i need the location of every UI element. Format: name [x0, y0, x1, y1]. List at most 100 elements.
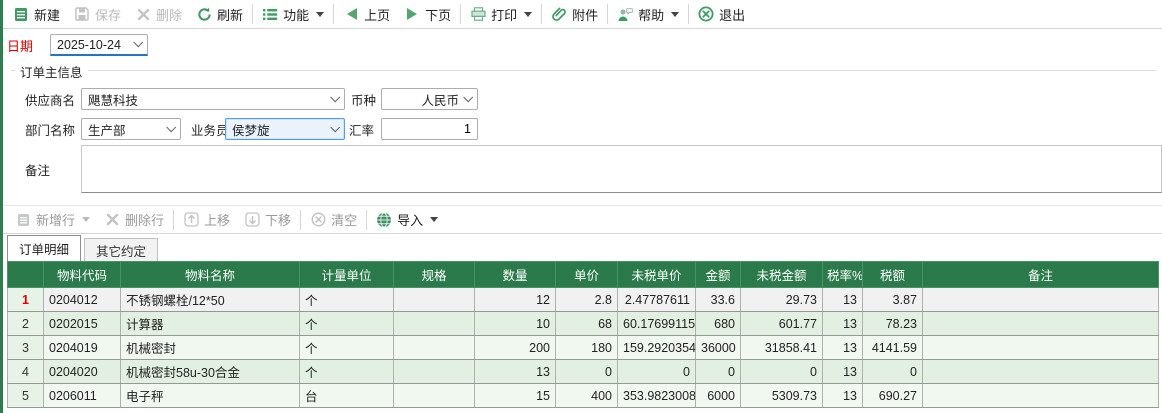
arrow-right-icon — [404, 6, 420, 22]
cell-amount-notax[interactable]: 601.77 — [741, 312, 823, 336]
cell-price-notax[interactable]: 159.2920354 — [618, 336, 696, 360]
row-number[interactable]: 1 — [8, 288, 44, 312]
help-person-icon — [617, 6, 633, 22]
cell-price-notax[interactable]: 60.17699115 — [618, 312, 696, 336]
remark-label: 备注 — [25, 160, 81, 179]
cell-tax-rate[interactable]: 13 — [823, 384, 863, 408]
row-number[interactable]: 3 — [8, 336, 44, 360]
cell-material-name[interactable]: 机械密封 — [121, 336, 300, 360]
cell-amount-notax[interactable]: 29.73 — [741, 288, 823, 312]
cell-unit[interactable]: 个 — [300, 360, 394, 384]
cell-price-notax[interactable]: 2.47787611 — [618, 288, 696, 312]
refresh-button[interactable]: 刷新 — [189, 2, 250, 26]
cell-price[interactable]: 180 — [556, 336, 618, 360]
cell-unit[interactable]: 台 — [300, 384, 394, 408]
exit-button[interactable]: 退出 — [691, 2, 752, 26]
tab-order-detail[interactable]: 订单明细 — [7, 235, 81, 261]
cell-remark[interactable] — [923, 312, 1159, 336]
cell-tax[interactable]: 4141.59 — [863, 336, 923, 360]
cell-price-notax[interactable]: 0 — [618, 360, 696, 384]
cell-unit[interactable]: 个 — [300, 336, 394, 360]
cell-spec[interactable] — [394, 336, 475, 360]
cell-tax-rate[interactable]: 13 — [823, 336, 863, 360]
cell-price[interactable]: 2.8 — [556, 288, 618, 312]
header-spec: 规格 — [394, 262, 475, 288]
cell-spec[interactable] — [394, 360, 475, 384]
cell-remark[interactable] — [923, 336, 1159, 360]
cell-material-code[interactable]: 0204020 — [44, 360, 121, 384]
cell-remark[interactable] — [923, 360, 1159, 384]
toolbar-separator — [333, 4, 334, 24]
cell-tax-rate[interactable]: 13 — [823, 312, 863, 336]
cell-amount[interactable]: 33.6 — [696, 288, 741, 312]
cell-unit[interactable]: 个 — [300, 312, 394, 336]
attachment-button[interactable]: 附件 — [544, 2, 605, 26]
help-button[interactable]: 帮助 — [610, 2, 686, 26]
department-combobox[interactable]: 生产部 — [81, 118, 181, 140]
cell-qty[interactable]: 200 — [475, 336, 556, 360]
save-button[interactable]: 保存 — [67, 2, 128, 26]
cell-spec[interactable] — [394, 312, 475, 336]
cell-tax[interactable]: 690.27 — [863, 384, 923, 408]
cell-amount[interactable]: 0 — [696, 360, 741, 384]
cell-qty[interactable]: 10 — [475, 312, 556, 336]
cell-spec[interactable] — [394, 288, 475, 312]
import-button[interactable]: 导入 — [369, 208, 445, 232]
move-up-button[interactable]: 上移 — [176, 208, 237, 232]
tab-other-terms[interactable]: 其它约定 — [84, 238, 158, 261]
cell-tax-rate[interactable]: 13 — [823, 288, 863, 312]
cell-tax[interactable]: 0 — [863, 360, 923, 384]
cell-spec[interactable] — [394, 384, 475, 408]
new-button-label: 新建 — [34, 5, 60, 24]
cell-amount[interactable]: 6000 — [696, 384, 741, 408]
print-button-label: 打印 — [491, 5, 517, 24]
cell-qty[interactable]: 13 — [475, 360, 556, 384]
cell-material-name[interactable]: 计算器 — [121, 312, 300, 336]
print-button[interactable]: 打印 — [463, 2, 539, 26]
cell-amount-notax[interactable]: 5309.73 — [741, 384, 823, 408]
cell-price-notax[interactable]: 353.98230088 — [618, 384, 696, 408]
prev-page-button[interactable]: 上页 — [336, 2, 397, 26]
row-number[interactable]: 4 — [8, 360, 44, 384]
date-combobox[interactable]: 2025-10-24 — [50, 34, 148, 56]
cell-material-name[interactable]: 电子秤 — [121, 384, 300, 408]
caret-down-icon — [671, 12, 679, 17]
cell-material-name[interactable]: 机械密封58u-30合金 — [121, 360, 300, 384]
cell-qty[interactable]: 12 — [475, 288, 556, 312]
row-number[interactable]: 5 — [8, 384, 44, 408]
cell-price[interactable]: 400 — [556, 384, 618, 408]
next-page-button[interactable]: 下页 — [397, 2, 458, 26]
row-number[interactable]: 2 — [8, 312, 44, 336]
cell-remark[interactable] — [923, 384, 1159, 408]
cell-price[interactable]: 0 — [556, 360, 618, 384]
cell-qty[interactable]: 15 — [475, 384, 556, 408]
cell-material-code[interactable]: 0206011 — [44, 384, 121, 408]
cell-price[interactable]: 68 — [556, 312, 618, 336]
cell-tax[interactable]: 3.87 — [863, 288, 923, 312]
remark-textarea[interactable] — [81, 145, 1162, 193]
delete-row-button[interactable]: 删除行 — [97, 208, 171, 232]
functions-button[interactable]: 功能 — [255, 2, 331, 26]
move-down-button[interactable]: 下移 — [237, 208, 298, 232]
supplier-combobox[interactable]: 飓慧科技 — [81, 88, 345, 110]
cell-material-name[interactable]: 不锈钢螺栓/12*50 — [121, 288, 300, 312]
cell-material-code[interactable]: 0202015 — [44, 312, 121, 336]
clear-button[interactable]: 清空 — [303, 208, 364, 232]
salesman-combobox[interactable]: 侯梦旋 — [225, 118, 345, 140]
cell-material-code[interactable]: 0204012 — [44, 288, 121, 312]
cell-tax[interactable]: 78.23 — [863, 312, 923, 336]
add-row-button[interactable]: 新增行 — [8, 208, 97, 232]
currency-combobox[interactable]: 人民币 — [381, 88, 478, 110]
new-button[interactable]: 新建 — [6, 2, 67, 26]
date-row: 日期 2025-10-24 — [7, 29, 1162, 59]
cell-amount-notax[interactable]: 0 — [741, 360, 823, 384]
delete-button[interactable]: 删除 — [128, 2, 189, 26]
cell-material-code[interactable]: 0204019 — [44, 336, 121, 360]
cell-amount[interactable]: 680 — [696, 312, 741, 336]
cell-remark[interactable] — [923, 288, 1159, 312]
cell-tax-rate[interactable]: 13 — [823, 360, 863, 384]
cell-unit[interactable]: 个 — [300, 288, 394, 312]
exchange-rate-input[interactable] — [381, 118, 478, 140]
cell-amount[interactable]: 36000 — [696, 336, 741, 360]
cell-amount-notax[interactable]: 31858.41 — [741, 336, 823, 360]
